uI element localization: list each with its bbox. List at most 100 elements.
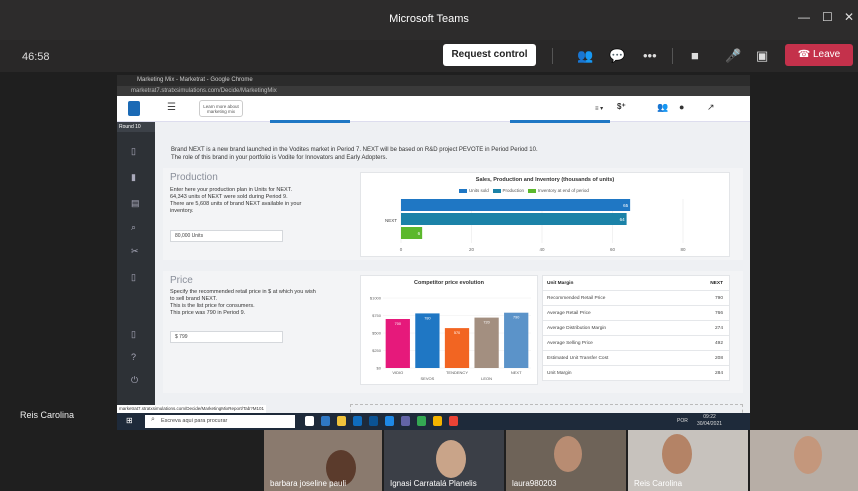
row-value: 766 xyxy=(714,311,723,316)
header-cell: NEXT xyxy=(710,281,723,286)
unit-margin-table: Unit Margin NEXT Recommended Retail Pric… xyxy=(542,275,730,381)
intro-line: Brand NEXT is a new brand launched in th… xyxy=(171,147,538,153)
help-icon[interactable]: ? xyxy=(131,352,136,362)
microphone-icon[interactable]: 🎤 xyxy=(725,48,741,64)
marketing-mix-content: Brand NEXT is a new brand launched in th… xyxy=(155,120,750,430)
external-link-icon[interactable]: ↗ xyxy=(707,102,715,113)
budget-icon[interactable]: $⁺ xyxy=(617,102,626,111)
text-line: There are 5,608 units of brand NEXT avai… xyxy=(170,201,302,207)
participant-name: laura980203 xyxy=(512,479,557,488)
table-row: Recommended Retail Price 790 xyxy=(543,291,729,306)
hamburger-menu-icon[interactable]: ☰ xyxy=(167,102,176,113)
x-tick-label: NEXT xyxy=(511,370,522,375)
x-tick-label: 20 xyxy=(469,247,475,252)
app-icon[interactable] xyxy=(385,416,394,426)
participant-tile[interactable]: laura980203 xyxy=(506,430,626,491)
people-icon[interactable]: 👥 xyxy=(577,48,593,64)
participant-strip: barbara joseline pauli Ignasi Carratalá … xyxy=(264,430,858,491)
message-icon[interactable]: ● xyxy=(679,102,684,112)
participant-tile[interactable] xyxy=(750,430,858,491)
app-icon[interactable] xyxy=(433,416,442,426)
x-tick-label: 80 xyxy=(680,247,686,252)
search-icon[interactable]: ⌕ xyxy=(131,222,136,233)
teams-icon[interactable] xyxy=(401,416,410,426)
row-label: Average Retail Price xyxy=(547,311,591,316)
text-line: Specify the recommended retail price in … xyxy=(170,289,316,295)
tab-strip xyxy=(270,120,350,123)
y-tick-label: $1000 xyxy=(370,296,382,301)
store-icon[interactable] xyxy=(353,416,362,426)
taskbar-search[interactable]: Escreva aqui para procurar xyxy=(145,415,295,428)
app-icon[interactable] xyxy=(449,416,458,426)
participant-tile[interactable]: Reis Carolina xyxy=(628,430,748,491)
production-title: Production xyxy=(170,172,218,183)
y-tick-label: $0 xyxy=(377,366,382,371)
leave-button[interactable]: ☎ Leave xyxy=(785,44,853,66)
toolbar-divider xyxy=(672,48,673,64)
learn-more-button[interactable]: Learn more about marketing mix xyxy=(199,100,243,117)
dropdown-icon[interactable]: ≡ ▾ xyxy=(595,105,603,112)
book-icon[interactable]: ▮ xyxy=(131,172,136,183)
chat-icon[interactable]: 💬 xyxy=(609,48,625,64)
sales-production-chart: Sales, Production and Inventory (thousan… xyxy=(360,172,730,257)
shared-screen: Marketing Mix - Marketrat - Google Chrom… xyxy=(117,75,750,430)
chart-icon[interactable]: ▤ xyxy=(131,198,140,209)
windows-start-icon[interactable]: ⊞ xyxy=(126,416,133,425)
taskbar-clock[interactable]: 09:22 30/04/2021 xyxy=(697,414,722,428)
search-icon: ⌕ xyxy=(151,416,155,423)
x-tick-label: 0 xyxy=(400,247,403,252)
brand-intro: Brand NEXT is a new brand launched in th… xyxy=(171,146,591,162)
task-view-icon[interactable] xyxy=(305,416,314,426)
camera-icon[interactable]: ■ xyxy=(691,48,699,63)
close-icon[interactable]: ✕ xyxy=(844,10,854,24)
report-icon[interactable]: ▯ xyxy=(131,272,136,283)
x-tick-label: SEVOS xyxy=(421,376,435,381)
explorer-icon[interactable] xyxy=(337,416,346,426)
table-row: Average Distribution Margin 274 xyxy=(543,321,729,336)
edge-icon[interactable] xyxy=(321,416,330,426)
bar-vidio xyxy=(385,319,410,368)
participant-avatar xyxy=(436,440,466,478)
row-label: Average Selling Price xyxy=(547,341,593,346)
document-icon[interactable]: ▯ xyxy=(131,146,136,157)
maximize-icon[interactable]: ☐ xyxy=(822,10,833,24)
price-description: Specify the recommended retail price in … xyxy=(170,289,360,317)
toolbar-divider xyxy=(552,48,553,64)
table-row: Average Retail Price 766 xyxy=(543,306,729,321)
teams-title-bar: Microsoft Teams — ☐ ✕ xyxy=(0,0,858,40)
bar-leon xyxy=(474,317,499,368)
tools-icon[interactable]: ✂ xyxy=(131,246,139,257)
text-line: This is the list price for consumers. xyxy=(170,303,255,309)
bar-sevos xyxy=(415,313,440,368)
price-input[interactable]: $ 799 xyxy=(170,331,283,343)
window-title: Microsoft Teams xyxy=(389,13,469,25)
row-label: Estimated Unit Transfer Cost xyxy=(547,356,609,361)
participant-tile[interactable]: barbara joseline pauli xyxy=(264,430,382,491)
browser-address-bar[interactable]: marketrat7.stratxsimulations.com/Decide/… xyxy=(117,86,750,96)
minimize-icon[interactable]: — xyxy=(798,10,810,24)
mail-icon[interactable] xyxy=(369,416,378,426)
share-tray-icon[interactable]: ▣ xyxy=(756,48,768,64)
request-control-button[interactable]: Request control xyxy=(443,44,536,66)
more-options-icon[interactable]: ••• xyxy=(643,48,657,63)
participant-avatar xyxy=(662,434,692,474)
y-category-label: NEXT xyxy=(385,218,397,223)
production-input[interactable]: 80,000 Units xyxy=(170,230,283,242)
participant-name: barbara joseline pauli xyxy=(270,479,347,488)
power-icon[interactable]: ⏻ xyxy=(131,375,138,386)
file-icon[interactable]: ▯ xyxy=(131,329,136,340)
team-icon[interactable]: 👥 xyxy=(657,102,668,113)
y-tick-label: $750 xyxy=(372,313,382,318)
row-value: 284 xyxy=(714,371,723,376)
windows-taskbar: ⊞ Escreva aqui para procurar ⌕ POR 09:22… xyxy=(117,413,750,430)
browser-window-title: Marketing Mix - Marketrat - Google Chrom… xyxy=(117,75,750,86)
meeting-toolbar: 46:58 Request control 👥 💬 ••• ■ 🎤 ▣ ☎ Le… xyxy=(0,40,858,72)
table-body: Recommended Retail Price 790 Average Retai… xyxy=(543,291,729,381)
price-title: Price xyxy=(170,275,193,286)
table-header: Unit Margin NEXT xyxy=(543,276,729,291)
taskbar-language[interactable]: POR xyxy=(677,418,688,424)
competitor-price-chart: Competitor price evolution $1000 $750 $500… xyxy=(360,275,538,385)
participant-tile[interactable]: Ignasi Carratalá Planelis xyxy=(384,430,504,491)
chrome-icon[interactable] xyxy=(417,416,426,426)
clock-time: 09:22 xyxy=(703,414,716,420)
